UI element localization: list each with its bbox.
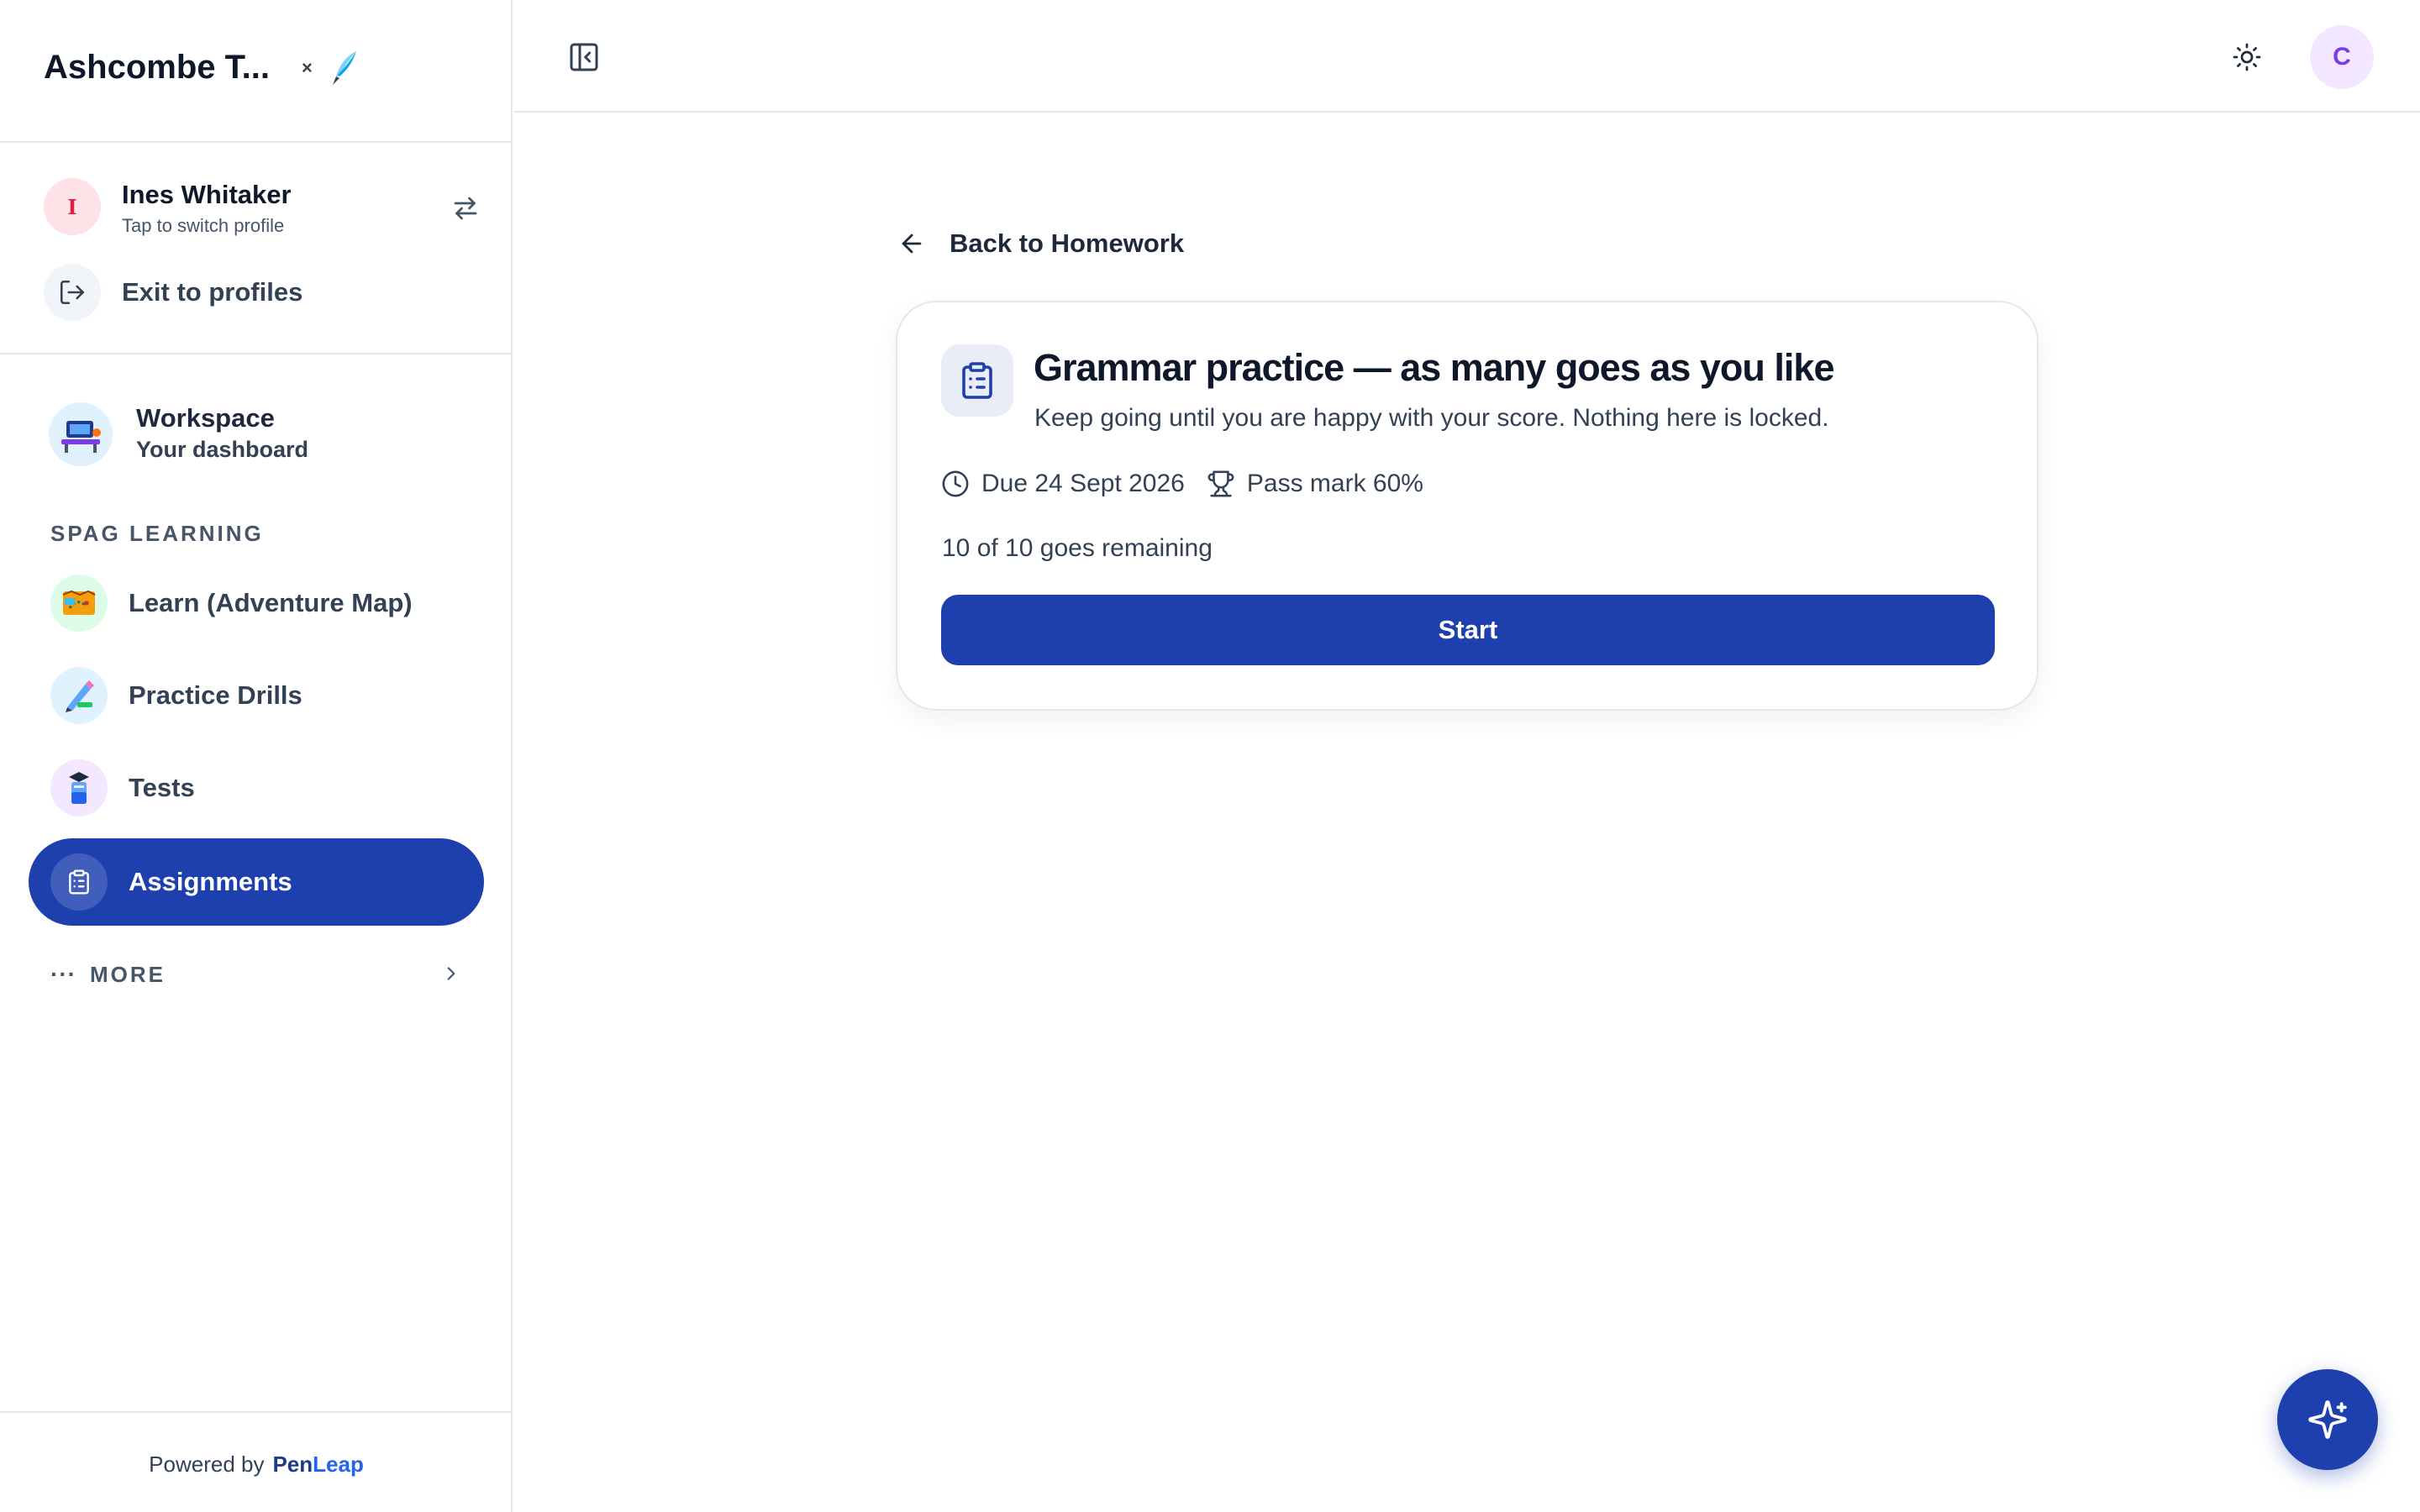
divider [0,141,513,143]
exit-icon [44,264,101,321]
chevron-right-icon [440,963,462,984]
profile-avatar: I [44,178,101,235]
sparkles-icon [2307,1399,2349,1441]
penleap-brand-pen: Pen [272,1452,313,1477]
start-button[interactable]: Start [941,595,1995,665]
user-avatar[interactable]: C [2310,25,2374,89]
more-toggle[interactable]: ··· MORE [50,958,462,991]
assignment-title: Grammar practice — as many goes as you l… [1034,346,1834,389]
workspace-link[interactable]: Workspace Your dashboard [49,400,486,467]
exit-to-profiles-button[interactable]: Exit to profiles [44,264,302,321]
profile-subtitle: Tap to switch profile [122,215,285,236]
back-label: Back to Homework [950,228,1185,258]
clock-icon [941,470,970,498]
clipboard-icon [941,344,1013,417]
nav-item-tests[interactable]: Tests [29,744,484,832]
more-label: MORE [89,961,166,987]
assignment-card: Grammar practice — as many goes as you l… [896,301,2039,711]
ai-assistant-button[interactable] [2277,1369,2378,1470]
due-date: Due 24 Sept 2026 [941,470,1185,498]
pencil-drill-icon [50,667,108,724]
more-dots-icon: ··· [50,961,76,987]
exit-label: Exit to profiles [122,277,303,307]
panel-collapse-icon[interactable] [565,38,603,76]
sun-icon[interactable] [2228,39,2265,76]
penleap-brand-leap: Leap [313,1452,364,1477]
quill-icon [328,50,361,87]
trophy-icon [1207,470,1235,498]
nav-item-assignments[interactable]: Assignments [29,838,484,926]
nav-item-learn[interactable]: Learn (Adventure Map) [29,559,484,647]
powered-by: Powered by PenLeap [0,1452,513,1478]
due-date-text: Due 24 Sept 2026 [981,470,1185,497]
powered-by-prefix: Powered by [149,1452,265,1477]
nav-label: Practice Drills [129,680,302,710]
profile-switcher[interactable]: I Ines Whitaker Tap to switch profile [44,178,481,237]
pass-mark-text: Pass mark 60% [1246,470,1423,497]
treasure-map-icon [50,575,108,632]
swap-arrows-icon[interactable] [450,193,481,223]
nav-label: Learn (Adventure Map) [129,588,413,617]
assignment-description: Keep going until you are happy with your… [1034,404,1829,432]
back-to-homework-link[interactable]: Back to Homework [897,225,1184,262]
nav-label: Assignments [129,867,292,896]
section-label: SPAG LEARNING [50,521,264,546]
divider [0,353,513,354]
workspace-subtitle: Your dashboard [136,437,309,462]
assignment-meta: Due 24 Sept 2026 Pass mark 60% [941,467,1423,501]
workspace-title: Workspace [136,403,275,433]
nav-label: Tests [129,773,195,802]
workspace-desk-icon [49,402,113,466]
goes-remaining: 10 of 10 goes remaining [942,534,1213,562]
sidebar: Ashcombe T... × I Ines Whitaker Tap to s… [0,0,513,1512]
test-tube-graduate-icon [50,759,108,816]
close-icon[interactable]: × [302,57,313,79]
brand: Ashcombe T... × [44,49,361,87]
profile-name: Ines Whitaker [122,180,292,209]
clipboard-icon [50,853,108,911]
arrow-left-icon [897,229,926,258]
school-name: Ashcombe T... [44,49,270,86]
nav-item-practice-drills[interactable]: Practice Drills [29,652,484,739]
divider [0,1411,513,1413]
top-header: C [514,0,2420,113]
pass-mark: Pass mark 60% [1207,470,1423,498]
